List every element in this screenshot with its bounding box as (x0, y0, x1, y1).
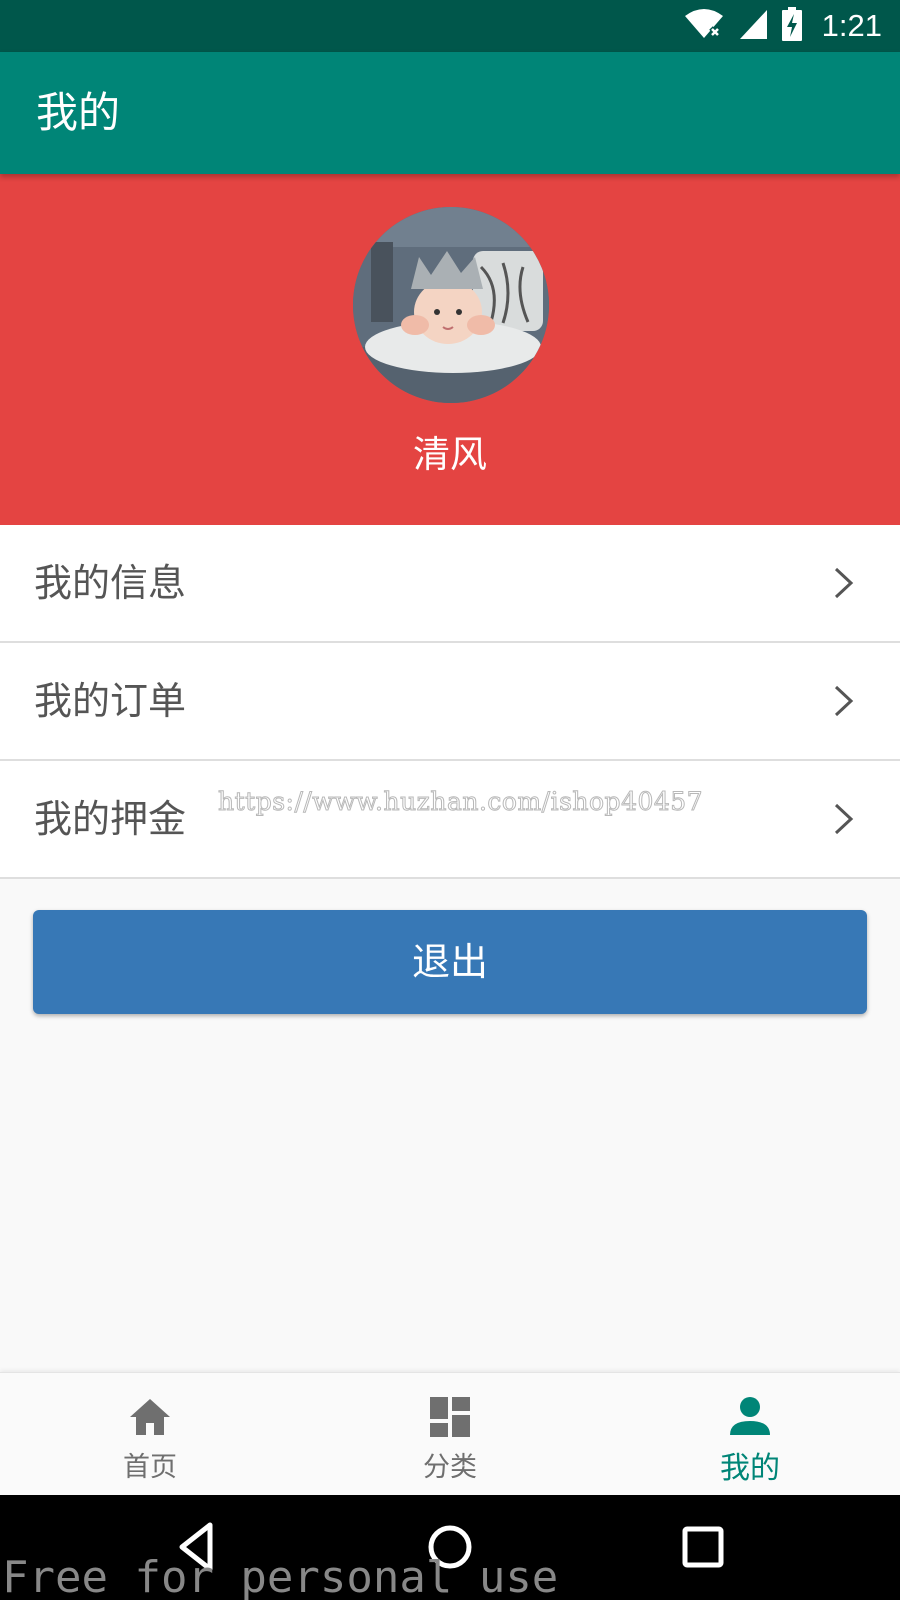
tab-home[interactable]: 首页 (0, 1373, 300, 1496)
tab-mine[interactable]: 我的 (600, 1373, 900, 1496)
profile-header: 清风 (0, 174, 900, 525)
tab-category[interactable]: 分类 (300, 1373, 600, 1496)
status-bar: 1:21 (0, 0, 900, 52)
battery-charging-icon (781, 7, 802, 45)
menu-item-my-info[interactable]: 我的信息 (0, 525, 900, 643)
url-watermark: https://www.huzhan.com/ishop40457 (217, 787, 704, 817)
avatar-photo (353, 207, 549, 403)
chevron-right-icon (834, 685, 854, 717)
wifi-icon (684, 8, 724, 44)
chevron-right-icon (834, 567, 854, 599)
tab-label: 我的 (720, 1451, 780, 1486)
avatar[interactable] (353, 207, 549, 403)
bottom-navigation: 首页 分类 我的 (0, 1372, 900, 1496)
home-icon (130, 1399, 170, 1435)
status-icons: 1:21 (684, 0, 882, 52)
menu-list: 我的信息 我的订单 我的押金 (0, 525, 900, 879)
chevron-right-icon (834, 803, 854, 835)
menu-item-my-deposit[interactable]: 我的押金 (0, 761, 900, 879)
recents-icon[interactable] (675, 1519, 731, 1575)
dashboard-icon (430, 1397, 470, 1437)
menu-item-label: 我的订单 (34, 679, 187, 723)
screen: 1:21 我的 清风 我的信息 我的订单 我的押金 https://www.hu… (0, 0, 900, 1600)
menu-item-my-orders[interactable]: 我的订单 (0, 643, 900, 761)
logout-button[interactable]: 退出 (33, 910, 867, 1014)
tab-label: 首页 (123, 1452, 177, 1483)
free-watermark: Free for personal use (2, 1552, 559, 1600)
username: 清风 (413, 433, 487, 476)
person-icon (730, 1397, 770, 1435)
menu-item-label: 我的信息 (34, 561, 187, 605)
app-bar: 我的 (0, 52, 900, 174)
tab-label: 分类 (423, 1452, 477, 1483)
menu-item-label: 我的押金 (34, 797, 187, 841)
status-time: 1:21 (821, 8, 882, 43)
page-title: 我的 (36, 88, 121, 137)
signal-icon (738, 8, 768, 44)
